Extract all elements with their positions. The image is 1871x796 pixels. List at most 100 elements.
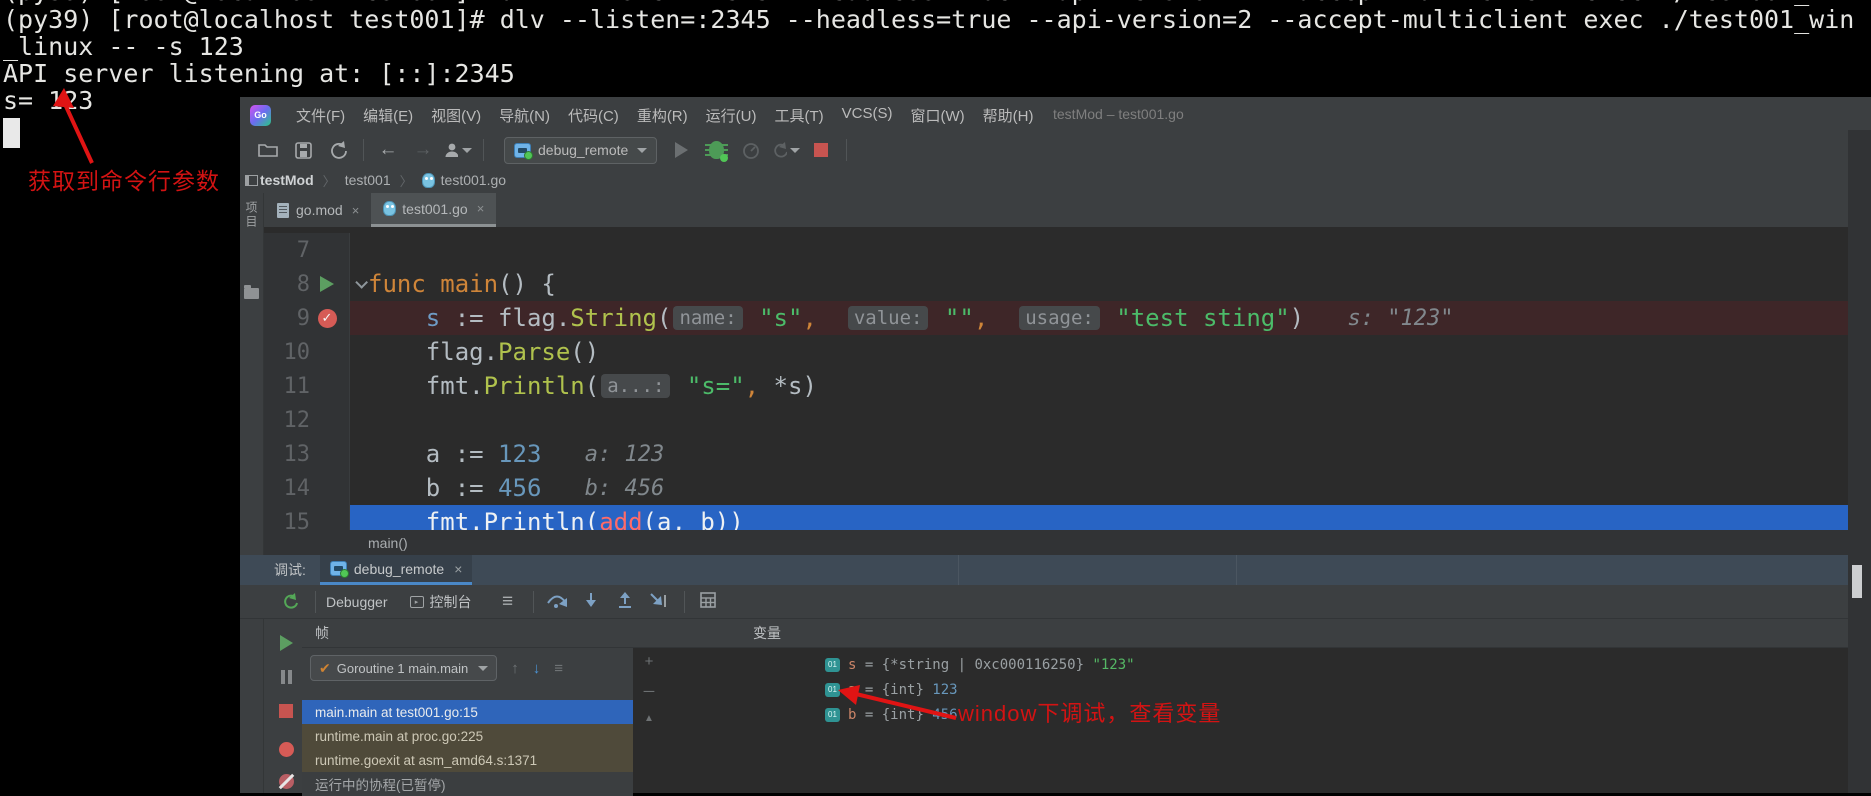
code-token: a: 123 (584, 441, 665, 467)
view-breakpoints-icon[interactable] (276, 739, 296, 759)
editor-line[interactable]: 11 fmt. Println(a...: "s=", *s) (264, 369, 1848, 403)
forward-icon[interactable]: → (409, 137, 437, 163)
sidebar-item-project[interactable]: 项目 (243, 201, 260, 229)
rerun-icon[interactable] (772, 137, 801, 163)
variable-row[interactable]: 01 s = {*string | 0xc000116250} "123" (825, 652, 1135, 677)
code-token: Parse (498, 338, 571, 366)
tab-console[interactable]: ▸ 控制台 (409, 592, 472, 612)
open-folder-icon[interactable] (254, 137, 282, 163)
run-icon[interactable] (667, 137, 695, 163)
chevron-down-icon (637, 147, 648, 153)
code-token: flag. (498, 304, 571, 332)
menu-item-9[interactable]: 窗口(W) (901, 101, 973, 130)
back-icon[interactable]: ← (374, 137, 402, 163)
close-icon[interactable]: × (352, 203, 360, 218)
stop-icon[interactable] (807, 137, 835, 163)
breadcrumb-file[interactable]: test001.go (441, 172, 506, 188)
menu-item-8[interactable]: VCS(S) (833, 101, 902, 130)
debug-bug-icon[interactable] (702, 137, 730, 163)
menu-item-6[interactable]: 运行(U) (697, 101, 766, 130)
editor-line[interactable]: 12 (264, 403, 1848, 437)
profiler-icon[interactable] (737, 137, 765, 163)
main-toolbar: ← → debug_remote (240, 133, 1871, 167)
code-token: , (744, 372, 760, 400)
frames-menu-icon[interactable]: ≡ (554, 660, 563, 677)
editor-line[interactable]: 8 func main() { (264, 267, 1848, 301)
editor-line[interactable]: 9 ✓ s := flag. String(name: "s", value: ""… (264, 301, 1848, 335)
save-icon[interactable] (289, 137, 317, 163)
mute-breakpoints-icon[interactable] (276, 771, 296, 791)
menu-item-10[interactable]: 帮助(H) (974, 101, 1043, 130)
rerun-debug-icon[interactable] (276, 589, 304, 615)
line-number: 11 (283, 373, 311, 399)
sync-icon[interactable] (324, 137, 352, 163)
editor-line[interactable]: 14 b := 456 b: 456 (264, 471, 1848, 505)
editor-line[interactable]: 13 a := 123 a: 123 (264, 437, 1848, 471)
stop-icon[interactable] (276, 701, 296, 721)
pause-icon[interactable] (276, 667, 296, 687)
step-over-icon[interactable] (544, 592, 570, 611)
editor-line[interactable]: 10 flag. Parse() (264, 335, 1848, 369)
code-token: value: (847, 306, 929, 330)
user-icon[interactable] (444, 137, 472, 163)
remote-debug-config-icon (329, 561, 349, 578)
variables-panel: 变量 + ─ ▲ 01 s = {*string | 0xc000116250} … (633, 619, 1848, 793)
add-watch-icon[interactable]: + (639, 653, 659, 670)
tab-go-mod[interactable]: go.mod × (265, 193, 371, 227)
scrollbar-thumb[interactable] (1852, 565, 1862, 598)
frame-row[interactable]: 运行中的协程(已暂停) (302, 772, 633, 796)
code-token: String (570, 304, 657, 332)
menu-item-5[interactable]: 重构(R) (628, 101, 697, 130)
layout-menu-icon[interactable]: ≡ (494, 589, 522, 615)
remove-watch-icon[interactable]: ─ (639, 683, 659, 700)
breadcrumb-module[interactable]: testMod (260, 172, 314, 188)
context-function[interactable]: main() (368, 535, 408, 551)
prev-frame-icon[interactable]: ↑ (511, 660, 519, 677)
code-token: ( (584, 372, 600, 400)
file-icon (277, 202, 289, 218)
run-to-cursor-icon[interactable] (646, 592, 672, 612)
menu-item-1[interactable]: 编辑(E) (354, 101, 422, 130)
editor-line[interactable]: 15 fmt.Println(add (a, b)) (264, 505, 1848, 530)
frame-row[interactable]: main.main at test001.go:15 (302, 700, 633, 724)
debug-session-tab[interactable]: debug_remote × (319, 555, 473, 585)
code-editor[interactable]: 7 8 func main() {9 ✓ s := flag. String(name:… (264, 227, 1848, 530)
step-out-icon[interactable] (612, 591, 638, 612)
resume-icon[interactable] (276, 633, 296, 653)
tab-debugger[interactable]: Debugger (326, 594, 388, 610)
move-watch-up-icon[interactable]: ▲ (639, 713, 659, 724)
menu-item-2[interactable]: 视图(V) (422, 101, 490, 130)
check-icon: ✔ (319, 659, 331, 676)
structure-icon[interactable] (245, 175, 258, 186)
terminal-command-wrap: _linux -- -s 123 (3, 32, 244, 61)
editor-line[interactable]: 7 (264, 233, 1848, 267)
run-config-selector[interactable]: debug_remote (504, 136, 658, 164)
menu-item-3[interactable]: 导航(N) (490, 101, 559, 130)
gutter: 11 (264, 369, 350, 403)
code-token: b: 456 (584, 475, 665, 501)
breadcrumb-separator: 〉 (399, 173, 413, 189)
menu-item-0[interactable]: 文件(F) (287, 101, 354, 130)
frame-row[interactable]: runtime.main at proc.go:225 (302, 724, 633, 748)
next-frame-icon[interactable]: ↓ (533, 660, 541, 677)
run-gutter-icon[interactable] (320, 276, 334, 292)
tab-test001-go[interactable]: test001.go × (371, 193, 497, 227)
code-token: main (440, 270, 499, 298)
breadcrumb-package[interactable]: test001 (345, 172, 391, 188)
fold-marker-icon[interactable] (354, 275, 368, 289)
gopher-icon (383, 201, 397, 216)
goroutine-selector[interactable]: ✔ Goroutine 1 main.main (310, 655, 498, 681)
debug-toolbar: Debugger ▸ 控制台 ≡ (240, 585, 1871, 619)
folder-icon[interactable] (244, 285, 259, 299)
frame-row[interactable]: runtime.goexit at asm_amd64.s:1371 (302, 748, 633, 772)
menu-item-7[interactable]: 工具(T) (765, 101, 832, 130)
evaluate-grid-icon[interactable] (695, 592, 721, 611)
close-icon[interactable]: × (454, 561, 462, 577)
menu-item-4[interactable]: 代码(C) (559, 101, 628, 130)
close-icon[interactable]: × (477, 201, 485, 216)
step-into-icon[interactable] (578, 592, 604, 612)
breakpoint-icon[interactable]: ✓ (317, 308, 337, 328)
